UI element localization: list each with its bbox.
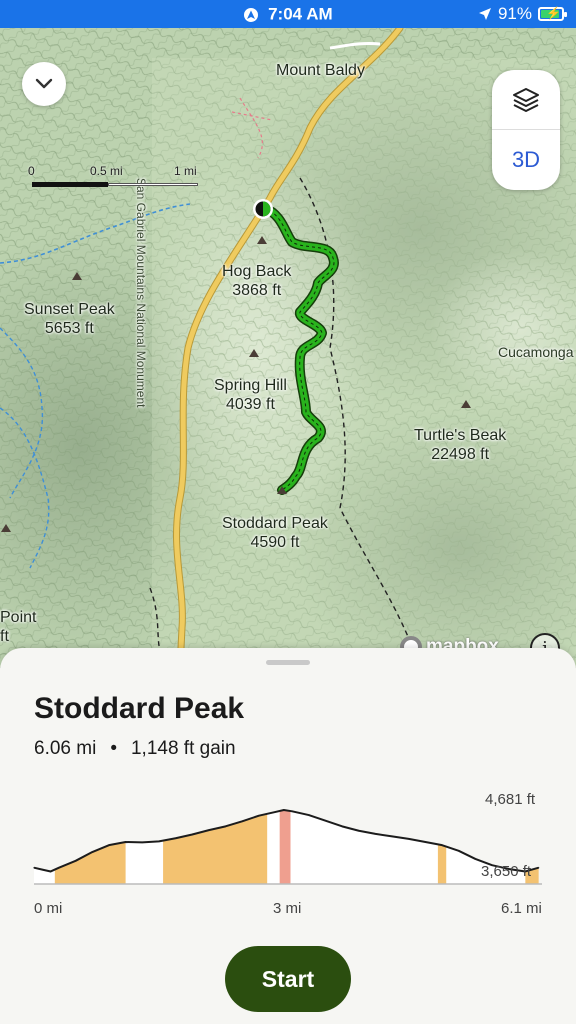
elevation-point (374, 833, 377, 835)
elevation-point (125, 841, 127, 843)
grade-segment-2 (279, 810, 291, 884)
trail-details-sheet[interactable]: Stoddard Peak 6.06 mi • 1,148 ft gain 4,… (0, 648, 576, 1024)
elevation-profile-chart[interactable]: 4,681 ft 3,650 ft 0 mi 3 mi 6.1 mi (0, 788, 576, 928)
grade-segment-3 (437, 844, 447, 884)
status-time: 7:04 AM (268, 4, 333, 24)
scale-segment-light (108, 183, 198, 186)
y-tick-min: 3,650 ft (481, 863, 532, 880)
chevron-down-icon (35, 78, 53, 89)
map-canvas[interactable] (0, 28, 576, 668)
trail-stats: 6.06 mi • 1,148 ft gain (34, 738, 236, 760)
elevation-point (424, 841, 427, 843)
collapse-map-button[interactable] (22, 62, 66, 106)
trail-elevation-gain: 1,148 ft gain (130, 738, 236, 759)
elevation-point (50, 870, 52, 873)
start-button[interactable]: Start (225, 946, 351, 1012)
place-label-hog-back[interactable]: Hog Back 3868 ft (222, 262, 291, 300)
elevation-point (191, 833, 193, 836)
elevation-point (474, 858, 476, 860)
place-name: Hog Back (222, 263, 292, 280)
place-label-stoddard-peak[interactable]: Stoddard Peak 4590 ft (222, 514, 328, 552)
grade-segment-1 (163, 813, 268, 884)
elevation-point (324, 820, 327, 822)
y-tick-max: 4,681 ft (485, 791, 536, 808)
place-name: Point (0, 609, 37, 626)
place-elevation: ft (0, 628, 9, 645)
trailhead-marker[interactable] (253, 199, 273, 219)
place-label-cucamonga[interactable]: Cucamonga (498, 343, 574, 362)
elevation-point (75, 860, 77, 862)
three-d-toggle-button[interactable]: 3D (492, 130, 560, 190)
place-name: Cucamonga (498, 344, 574, 360)
place-elevation: 22498 ft (431, 446, 490, 463)
elevation-point (408, 838, 410, 840)
place-name: San Gabriel Mountains National Monument (134, 178, 148, 408)
trail-map[interactable]: Mount Baldy Hog Back 3868 ft Sunset Peak… (0, 28, 576, 668)
place-elevation: 3868 ft (232, 282, 282, 299)
x-tick-start: 0 mi (34, 900, 63, 917)
x-tick-end: 6.1 mi (501, 900, 542, 917)
scale-label-zero: 0 (28, 164, 35, 178)
trail-distance: 6.06 mi (34, 738, 97, 759)
grade-segment-0 (54, 842, 126, 884)
elevation-point (174, 837, 177, 839)
place-elevation: 5653 ft (44, 320, 94, 337)
elevation-point (308, 814, 310, 816)
elevation-point (241, 820, 243, 822)
elevation-point (224, 825, 227, 827)
battery-percent: 91% (497, 4, 532, 23)
map-scale-bar: 0 0.5 mi 1 mi (28, 164, 198, 194)
elevation-point (258, 815, 260, 817)
place-elevation: 4590 ft (250, 534, 300, 551)
location-arrow-icon (478, 8, 491, 20)
elevation-point (141, 841, 143, 843)
status-bar: 7:04 AM 91% ⚡ (0, 0, 576, 28)
elevation-point (41, 868, 43, 871)
elevation-point (91, 851, 93, 853)
elevation-point (33, 867, 35, 869)
map-layers-button[interactable] (492, 70, 560, 130)
place-name: Spring Hill (214, 377, 287, 394)
battery-charging-icon: ⚡ (538, 6, 567, 21)
elevation-point (538, 867, 540, 869)
elevation-point (441, 844, 443, 846)
place-elevation: 4039 ft (225, 396, 275, 413)
elevation-point (341, 825, 343, 827)
map-controls: 3D (492, 70, 560, 190)
scale-label-half: 0.5 mi (90, 164, 123, 178)
trail-title: Stoddard Peak (34, 692, 245, 725)
place-name: Mount Baldy (276, 62, 365, 79)
elevation-point (283, 809, 285, 811)
layers-icon (513, 87, 539, 112)
status-right-group: 91% ⚡ (478, 4, 567, 24)
place-label-mount-baldy[interactable]: Mount Baldy (276, 61, 365, 80)
x-tick-mid: 3 mi (273, 900, 302, 917)
elevation-point (158, 840, 160, 842)
screen-lock-icon (244, 7, 259, 22)
place-name: Stoddard Peak (222, 515, 328, 532)
place-label-national-monument: San Gabriel Mountains National Monument (131, 178, 150, 407)
scale-label-one: 1 mi (174, 164, 197, 178)
place-label-spring-hill[interactable]: Spring Hill 4039 ft (214, 376, 287, 414)
scale-segment-dark (32, 182, 108, 187)
elevation-point (108, 844, 110, 846)
elevation-point (391, 835, 393, 837)
place-label-point[interactable]: Point ft (0, 608, 36, 646)
sheet-drag-handle[interactable] (266, 660, 310, 665)
elevation-point (274, 811, 277, 813)
place-label-turtles-beak[interactable]: Turtle's Beak 22498 ft (414, 426, 506, 464)
elevation-point (458, 850, 460, 852)
stats-separator: • (110, 738, 117, 759)
elevation-point (358, 830, 360, 832)
place-name: Sunset Peak (24, 301, 115, 318)
elevation-point (208, 829, 210, 831)
place-label-sunset-peak[interactable]: Sunset Peak 5653 ft (24, 300, 115, 338)
elevation-point (58, 867, 60, 869)
elevation-point (291, 810, 293, 812)
place-name: Turtle's Beak (414, 427, 507, 444)
